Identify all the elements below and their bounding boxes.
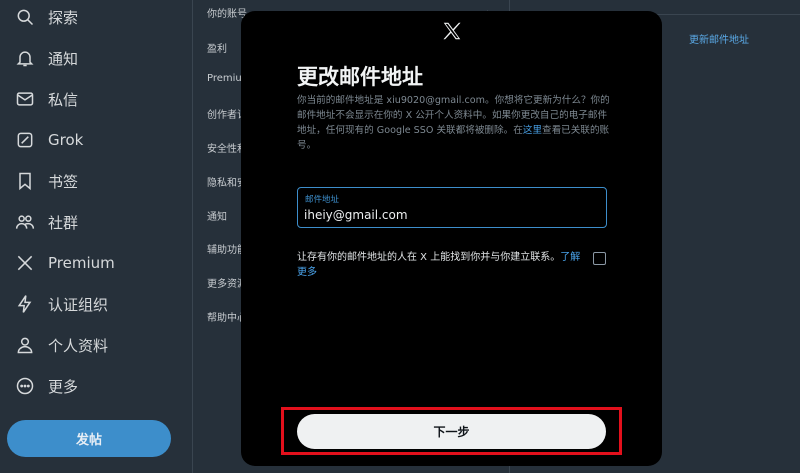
nav-label: 私信 (48, 90, 79, 109)
modal-description: 你当前的邮件地址是 xiu9020@gmail.com。你想将它更新为什么？你的… (297, 93, 613, 153)
grok-icon (14, 129, 36, 151)
search-icon (14, 6, 36, 28)
email-field[interactable]: 邮件地址 (297, 187, 607, 228)
settings-item-account[interactable]: 你的账号 (207, 5, 247, 20)
nav-item-premium[interactable]: Premium (0, 243, 193, 283)
nav-label: Premium (48, 254, 115, 272)
community-icon (14, 211, 36, 233)
lightning-icon (14, 293, 36, 315)
bookmark-icon (14, 170, 36, 192)
left-nav: 探索 通知 私信 Grok 书签 社群 Premium 认证组织 个人资料 更多… (0, 0, 193, 473)
nav-item-grok[interactable]: Grok (0, 120, 193, 160)
next-button[interactable]: 下一步 (297, 414, 606, 449)
nav-item-bookmarks[interactable]: 书签 (0, 161, 193, 201)
settings-item-monetization[interactable]: 盈利 (207, 40, 227, 55)
nav-item-notifications[interactable]: 通知 (0, 38, 193, 78)
nav-label: 探索 (48, 8, 79, 27)
nav-label: 个人资料 (48, 336, 109, 355)
email-field-label: 邮件地址 (305, 195, 340, 205)
nav-item-profile[interactable]: 个人资料 (0, 325, 193, 365)
discoverability-text: 让存有你的邮件地址的人在 X 上能找到你并与你建立联系。了解更多 (297, 250, 587, 280)
nav-label: 通知 (48, 49, 79, 68)
email-input[interactable] (304, 207, 594, 223)
mail-icon (14, 88, 36, 110)
modal-title: 更改邮件地址 (297, 65, 423, 89)
person-icon (14, 334, 36, 356)
x-logo-icon (14, 252, 36, 274)
linked-accounts-link[interactable]: 这里 (523, 125, 542, 136)
discoverability-checkbox[interactable] (593, 252, 606, 265)
more-circle-icon (14, 375, 36, 397)
update-email-link[interactable]: 更新邮件地址 (689, 31, 749, 46)
bell-icon (14, 47, 36, 69)
nav-label: 更多 (48, 377, 79, 396)
nav-item-messages[interactable]: 私信 (0, 79, 193, 119)
nav-item-explore[interactable]: 探索 (0, 0, 193, 37)
nav-item-verified-orgs[interactable]: 认证组织 (0, 284, 193, 324)
x-logo-icon (443, 22, 461, 40)
nav-label: Grok (48, 131, 84, 149)
nav-label: 书签 (48, 172, 79, 191)
nav-item-more[interactable]: 更多 (0, 366, 193, 406)
nav-label: 社群 (48, 213, 79, 232)
change-email-modal: 更改邮件地址 你当前的邮件地址是 xiu9020@gmail.com。你想将它更… (241, 11, 662, 466)
post-button[interactable]: 发帖 (7, 420, 171, 457)
discoverability-label: 让存有你的邮件地址的人在 X 上能找到你并与你建立联系。 (297, 252, 561, 263)
nav-item-communities[interactable]: 社群 (0, 202, 193, 242)
nav-label: 认证组织 (48, 295, 109, 314)
settings-item-notifications[interactable]: 通知 (207, 208, 227, 223)
